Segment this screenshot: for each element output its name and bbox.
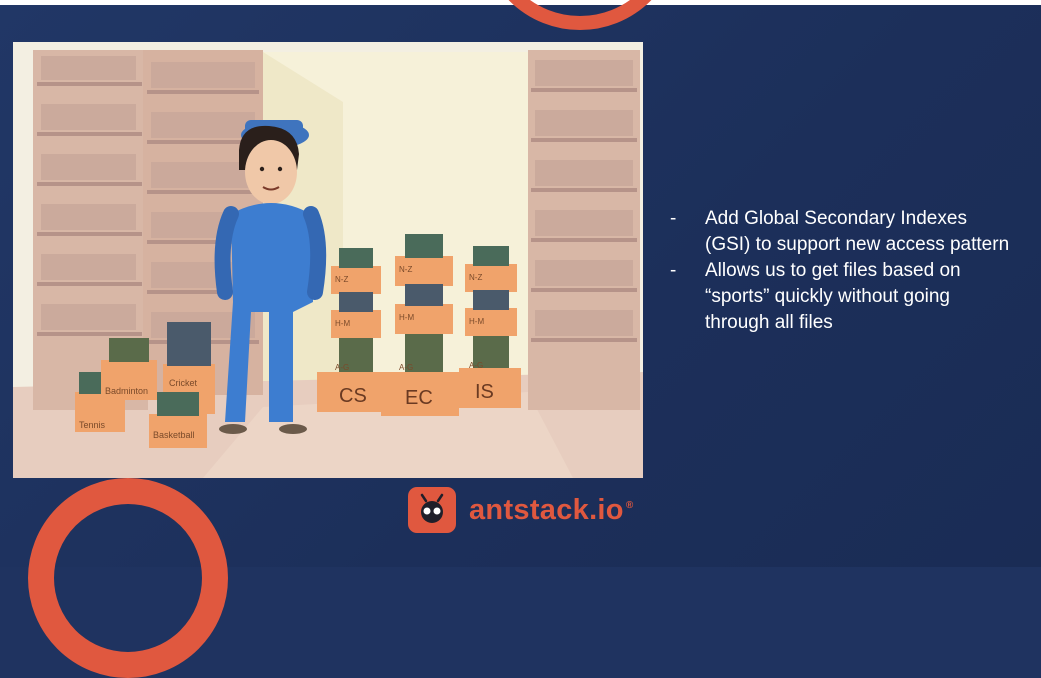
tier-label-cs-1: A-G: [335, 363, 349, 372]
box-label-ec: EC: [405, 387, 433, 409]
bullet-item: - Add Global Secondary Indexes (GSI) to …: [670, 206, 1015, 258]
bullet-item: - Allows us to get files based on “sport…: [670, 258, 1015, 336]
box-label-cs: CS: [339, 385, 367, 407]
ant-icon: [408, 487, 456, 533]
library-illustration: Tennis Badminton Cricket Basketball N-Z …: [13, 42, 643, 478]
box-label-badminton: Badminton: [105, 386, 148, 396]
logo-wordmark: antstack.io ®: [469, 493, 634, 526]
bullet-text: Add Global Secondary Indexes (GSI) to su…: [705, 208, 1010, 255]
tier-label-ec-1: A-G: [399, 363, 413, 372]
registered-mark: ®: [625, 499, 634, 511]
tier-label-cs-3: N-Z: [335, 275, 348, 284]
bullet-text: Allows us to get files based on “sports”…: [705, 260, 961, 333]
library-scene: Tennis Badminton Cricket Basketball N-Z …: [13, 42, 643, 478]
slide: Tennis Badminton Cricket Basketball N-Z …: [0, 0, 1041, 678]
tier-label-ec-3: N-Z: [399, 265, 412, 274]
bullet-dash: -: [670, 260, 677, 281]
decorative-arc-bottom: [28, 478, 228, 678]
antstack-logo: antstack.io ®: [408, 487, 633, 533]
tier-label-cs-2: H-M: [335, 319, 350, 328]
tier-label-is-2: H-M: [469, 317, 484, 326]
department-file-boxes: N-Z H-M A-G CS N-Z H-M A-G EC N-Z H-M A-…: [317, 234, 521, 416]
box-basketball: Basketball: [149, 392, 207, 448]
box-label-basketball: Basketball: [153, 430, 195, 440]
tier-label-ec-2: H-M: [399, 313, 414, 322]
stack-is: N-Z H-M A-G IS: [459, 246, 521, 408]
box-badminton: Badminton: [101, 338, 157, 400]
bullet-dash: -: [670, 208, 677, 229]
tier-label-is-1: A-G: [469, 361, 483, 370]
bullet-list: - Add Global Secondary Indexes (GSI) to …: [670, 206, 1015, 336]
tier-label-is-3: N-Z: [469, 273, 482, 282]
box-label-is: IS: [475, 381, 494, 403]
box-label-tennis: Tennis: [79, 420, 106, 430]
right-bookshelf: [528, 50, 640, 410]
box-label-cricket: Cricket: [169, 378, 198, 388]
